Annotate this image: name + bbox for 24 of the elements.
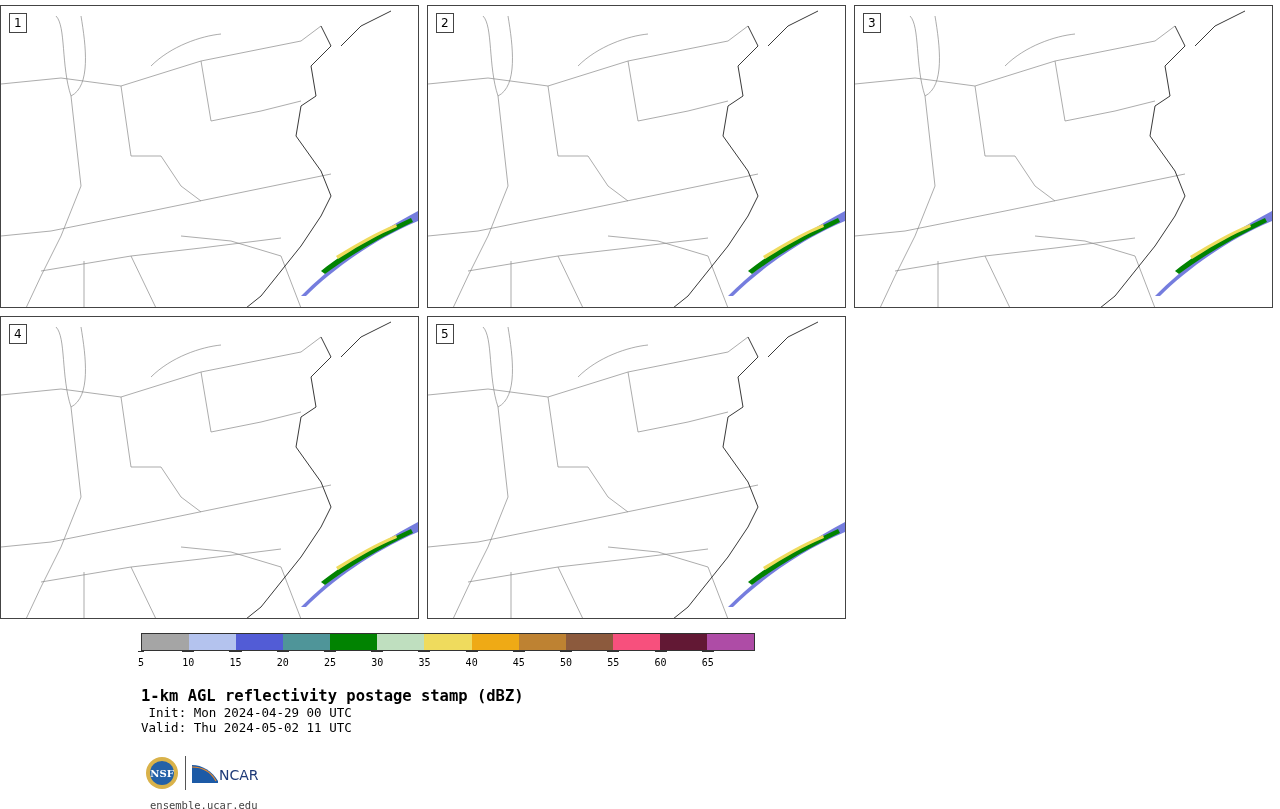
init-time: Init: Mon 2024-04-29 00 UTC <box>147 705 353 720</box>
tick-label: 45 <box>512 651 525 665</box>
tick-label: 40 <box>465 651 478 665</box>
tick-label: 50 <box>560 651 573 665</box>
nsf-logo: NSF <box>145 756 179 790</box>
tick-label: 35 <box>418 651 431 665</box>
tick-label: 20 <box>276 651 289 665</box>
tick-label: 55 <box>607 651 620 665</box>
panel-number: 1 <box>9 13 27 33</box>
panel-number: 4 <box>9 324 27 344</box>
panel-number: 5 <box>436 324 454 344</box>
chart-title: 1-km AGL reflectivity postage stamp (dBZ) <box>141 687 525 705</box>
tick-label: 65 <box>701 651 714 665</box>
ncar-logo: NCAR <box>192 763 259 783</box>
site-url: ensemble.ucar.edu <box>150 799 259 809</box>
tick-label: 15 <box>229 651 242 665</box>
panel-number: 3 <box>863 13 881 33</box>
panel-number: 2 <box>436 13 454 33</box>
tick-label: 30 <box>371 651 384 665</box>
tick-label: 60 <box>654 651 667 665</box>
tick-label: 25 <box>323 651 336 665</box>
tick-label: 5 <box>138 651 144 665</box>
valid-time: Valid: Thu 2024-05-02 11 UTC <box>141 720 353 735</box>
tick-label: 10 <box>182 651 195 665</box>
